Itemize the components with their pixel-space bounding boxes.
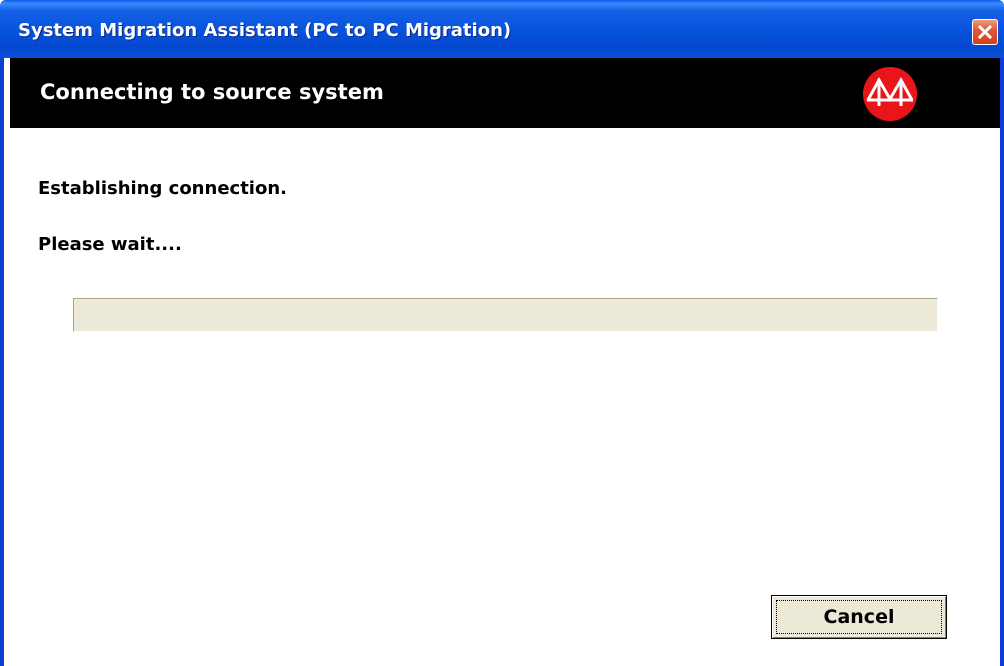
close-button[interactable] bbox=[972, 19, 998, 45]
header-banner: Connecting to source system bbox=[10, 58, 1000, 128]
cancel-button-label: Cancel bbox=[823, 606, 895, 628]
title-bar[interactable]: System Migration Assistant (PC to PC Mig… bbox=[0, 0, 1004, 58]
close-icon bbox=[977, 24, 993, 40]
bridge-logo-icon bbox=[863, 67, 917, 121]
progress-bar bbox=[73, 298, 938, 332]
status-text: Establishing connection. bbox=[38, 178, 287, 199]
page-title: Connecting to source system bbox=[40, 80, 384, 104]
window-title: System Migration Assistant (PC to PC Mig… bbox=[18, 20, 512, 41]
header-divider bbox=[10, 128, 1000, 130]
application-window: System Migration Assistant (PC to PC Mig… bbox=[0, 0, 1004, 666]
dialog-content: Connecting to source system Establishing… bbox=[4, 58, 1000, 666]
cancel-button[interactable]: Cancel bbox=[771, 595, 947, 639]
wait-text: Please wait.... bbox=[38, 234, 182, 255]
